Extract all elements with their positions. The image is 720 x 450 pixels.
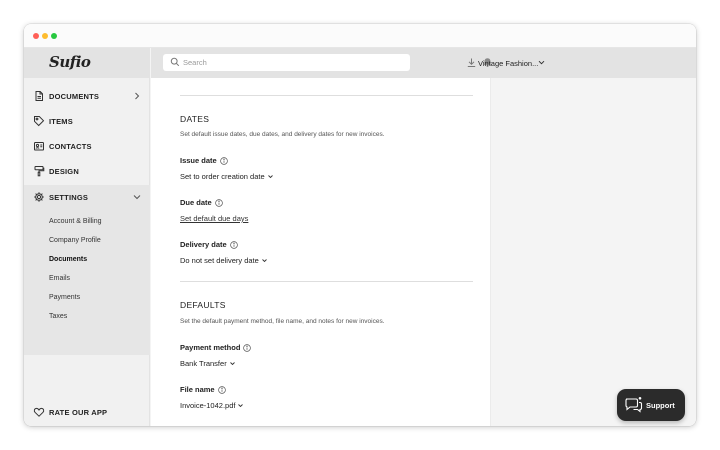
info-icon[interactable] — [217, 386, 226, 394]
settings-documents-panel: DATES Set default issue dates, due dates… — [151, 78, 490, 426]
settings-sub-emails[interactable]: Emails — [49, 275, 70, 282]
chat-bubbles-icon — [625, 397, 643, 413]
section-divider — [180, 95, 473, 96]
sidebar-item-label: ITEMS — [49, 117, 73, 126]
settings-sub-taxes[interactable]: Taxes — [49, 313, 67, 320]
section-desc-dates: Set default issue dates, due dates, and … — [180, 131, 385, 138]
app-logo[interactable]: Sufio — [49, 53, 91, 71]
search-icon — [170, 57, 180, 67]
sidebar-item-design[interactable]: DESIGN — [24, 159, 150, 184]
sidebar-item-contacts[interactable]: CONTACTS — [24, 134, 150, 159]
settings-sub-payments[interactable]: Payments — [49, 294, 80, 301]
download-icon[interactable] — [466, 57, 477, 68]
info-icon[interactable] — [219, 157, 228, 165]
payment-method-label: Payment method — [180, 343, 252, 352]
section-desc-defaults: Set the default payment method, file nam… — [180, 318, 385, 325]
app-window: Sufio DOCUMENTS ITEMS CONTACTS DESIGN SE… — [24, 24, 696, 426]
sidebar-item-items[interactable]: ITEMS — [24, 109, 150, 134]
sidebar-item-label: DOCUMENTS — [49, 92, 100, 101]
support-label: Support — [646, 401, 675, 410]
sidebar-item-label: SETTINGS — [49, 193, 89, 202]
settings-sub-company-profile[interactable]: Company Profile — [49, 237, 101, 244]
info-icon[interactable] — [229, 241, 238, 249]
maximize-window-button[interactable] — [51, 33, 57, 39]
chevron-down-icon — [238, 404, 244, 408]
chevron-down-icon — [133, 195, 141, 200]
section-title-defaults: DEFAULTS — [180, 300, 226, 310]
sidebar-item-settings[interactable]: SETTINGS — [24, 185, 150, 210]
file-name-label: File name — [180, 385, 226, 394]
chevron-down-icon[interactable] — [537, 58, 546, 67]
chevron-right-icon — [135, 92, 140, 100]
issue-date-label: Issue date — [180, 156, 228, 165]
info-icon[interactable] — [214, 199, 223, 207]
chevron-down-icon — [229, 362, 235, 366]
top-bar: Vintage Fashion... — [151, 48, 696, 78]
chevron-down-icon — [267, 175, 273, 179]
rate-our-app-label: RATE OUR APP — [49, 408, 108, 417]
chevron-down-icon — [261, 259, 267, 263]
issue-date-value: Set to order creation date — [180, 172, 265, 181]
settings-group: SETTINGS Account & Billing Company Profi… — [24, 185, 150, 355]
close-window-button[interactable] — [33, 33, 39, 39]
gear-icon — [34, 192, 44, 202]
delivery-date-select[interactable]: Do not set delivery date — [180, 256, 268, 265]
account-switcher[interactable]: Vintage Fashion... — [478, 59, 538, 68]
set-default-due-days-link[interactable]: Set default due days — [180, 214, 248, 223]
search-box — [163, 54, 410, 71]
due-date-label: Due date — [180, 198, 223, 207]
delivery-date-value: Do not set delivery date — [180, 256, 259, 265]
sidebar-item-documents[interactable]: DOCUMENTS — [24, 84, 150, 109]
support-button[interactable]: Support — [617, 389, 685, 421]
minimize-window-button[interactable] — [42, 33, 48, 39]
file-name-value: Invoice-1042.pdf — [180, 401, 236, 410]
payment-method-label-text: Payment method — [180, 343, 241, 352]
file-name-label-text: File name — [180, 385, 215, 394]
delivery-date-label-text: Delivery date — [180, 240, 227, 249]
sidebar-item-label: DESIGN — [49, 167, 79, 176]
rate-our-app-link[interactable]: RATE OUR APP — [24, 400, 150, 425]
issue-date-select[interactable]: Set to order creation date — [180, 172, 274, 181]
settings-sub-account-billing[interactable]: Account & Billing — [49, 218, 102, 225]
window-titlebar — [24, 24, 696, 48]
settings-sub-documents[interactable]: Documents — [49, 256, 87, 263]
sidebar-item-label: CONTACTS — [49, 142, 92, 151]
contacts-card-icon — [34, 142, 44, 151]
right-pane — [490, 78, 696, 426]
sidebar: Sufio DOCUMENTS ITEMS CONTACTS DESIGN SE… — [24, 48, 150, 426]
paint-roller-icon — [34, 166, 45, 177]
logo-area: Sufio — [24, 48, 150, 78]
document-icon — [35, 91, 43, 101]
file-name-select[interactable]: Invoice-1042.pdf — [180, 401, 244, 410]
payment-method-value: Bank Transfer — [180, 359, 227, 368]
issue-date-label-text: Issue date — [180, 156, 217, 165]
tag-icon — [34, 116, 45, 127]
section-divider — [180, 281, 473, 282]
payment-method-select[interactable]: Bank Transfer — [180, 359, 236, 368]
due-date-label-text: Due date — [180, 198, 212, 207]
section-title-dates: DATES — [180, 114, 210, 124]
delivery-date-label: Delivery date — [180, 240, 238, 249]
search-input[interactable] — [183, 54, 403, 71]
info-icon[interactable] — [243, 344, 252, 352]
heart-icon — [33, 407, 45, 417]
